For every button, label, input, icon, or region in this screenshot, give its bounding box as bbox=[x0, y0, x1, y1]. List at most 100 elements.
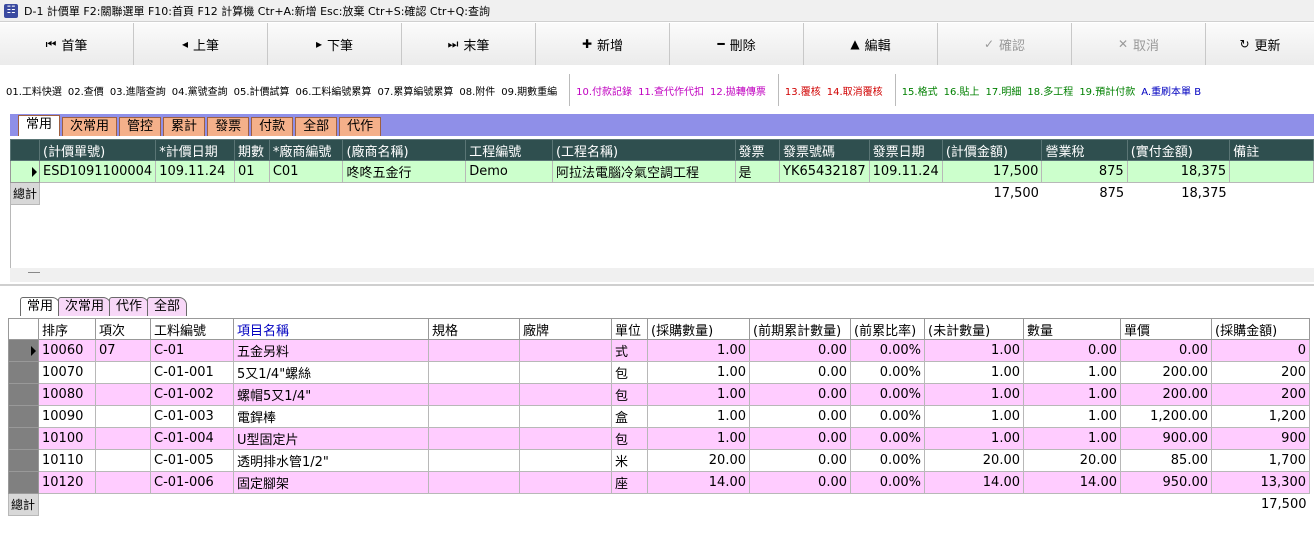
func-item[interactable]: 02.查價 bbox=[68, 83, 104, 98]
table-cell[interactable]: C01 bbox=[268, 160, 344, 183]
table-cell[interactable] bbox=[428, 405, 520, 428]
table-cell[interactable]: 1.00 bbox=[1023, 383, 1121, 406]
table-cell[interactable]: C-01-003 bbox=[150, 405, 234, 428]
table-cell[interactable] bbox=[519, 339, 612, 362]
tab-secondary-detail[interactable]: 次常用 bbox=[58, 297, 112, 316]
tab-control[interactable]: 管控 bbox=[119, 117, 162, 136]
table-cell[interactable]: 1,200.00 bbox=[1120, 405, 1212, 428]
table-cell[interactable]: 10100 bbox=[38, 427, 96, 450]
table-cell[interactable]: 電銲棒 bbox=[233, 405, 429, 428]
table-cell[interactable]: 875 bbox=[1041, 160, 1128, 183]
table-cell[interactable]: 0.00% bbox=[850, 405, 925, 428]
table-cell[interactable]: 0.00 bbox=[749, 383, 851, 406]
table-cell[interactable] bbox=[519, 471, 612, 494]
column-header[interactable]: 單位 bbox=[611, 318, 648, 340]
table-cell[interactable]: Demo bbox=[465, 160, 553, 183]
table-cell[interactable]: 1,200 bbox=[1211, 405, 1310, 428]
table-cell[interactable] bbox=[95, 383, 151, 406]
tab-common[interactable]: 常用 bbox=[18, 115, 61, 136]
table-row[interactable]: 10070 C-01-001 5又1/4"螺絲包 1.00 0.00 0.00% 1.00 1… bbox=[8, 361, 1310, 384]
table-cell[interactable]: 1.00 bbox=[1023, 405, 1121, 428]
table-cell[interactable] bbox=[428, 339, 520, 362]
table-cell[interactable]: 10110 bbox=[38, 449, 96, 472]
table-cell[interactable]: 1.00 bbox=[1023, 361, 1121, 384]
table-cell[interactable]: 1.00 bbox=[647, 361, 750, 384]
table-cell[interactable]: 200.00 bbox=[1120, 383, 1212, 406]
table-cell[interactable] bbox=[519, 405, 612, 428]
refresh-button[interactable]: ↻ 更新 bbox=[1206, 23, 1314, 65]
table-cell[interactable] bbox=[1229, 160, 1314, 183]
func-item[interactable]: 10.付款記錄 bbox=[576, 83, 632, 98]
confirm-button[interactable]: ✓ 確認 bbox=[938, 23, 1072, 65]
table-cell[interactable]: 10120 bbox=[38, 471, 96, 494]
column-header[interactable]: 項目名稱 bbox=[233, 318, 429, 340]
table-row[interactable]: 10120 C-01-006 固定腳架座 14.00 0.00 0.00% 14.00 14.… bbox=[8, 471, 1310, 494]
table-cell[interactable]: 10070 bbox=[38, 361, 96, 384]
column-header[interactable]: (廠商名稱) bbox=[342, 139, 467, 161]
table-cell[interactable]: 螺帽5又1/4" bbox=[233, 383, 429, 406]
column-header[interactable]: (計價金額) bbox=[941, 139, 1043, 161]
row-selector[interactable] bbox=[9, 160, 41, 183]
table-cell[interactable]: 0.00 bbox=[749, 339, 851, 362]
table-cell[interactable]: 0 bbox=[1211, 339, 1310, 362]
table-cell[interactable]: 01 bbox=[233, 160, 270, 183]
column-header[interactable]: 發票 bbox=[734, 139, 781, 161]
table-cell[interactable]: 1.00 bbox=[924, 427, 1024, 450]
func-item[interactable]: 14.取消覆核 bbox=[827, 83, 883, 98]
table-row[interactable]: 10110 C-01-005 透明排水管1/2" 米 20.00 0.00 0.00% 20.… bbox=[8, 449, 1310, 472]
table-cell[interactable]: C-01-005 bbox=[150, 449, 234, 472]
column-header[interactable]: (採購金額) bbox=[1211, 318, 1310, 340]
column-header[interactable]: 數量 bbox=[1023, 318, 1121, 340]
table-cell[interactable]: 950.00 bbox=[1120, 471, 1212, 494]
func-item[interactable]: 09.期數重編 bbox=[501, 83, 557, 98]
table-cell[interactable]: 1.00 bbox=[647, 405, 750, 428]
table-cell[interactable]: 包 bbox=[611, 427, 648, 450]
table-cell[interactable]: 座 bbox=[611, 471, 648, 494]
table-cell[interactable]: 109.11.24 bbox=[868, 160, 943, 183]
last-record-button[interactable]: ⏭ 末筆 bbox=[402, 23, 536, 65]
column-header[interactable]: (採購數量) bbox=[647, 318, 750, 340]
column-header[interactable]: 項次 bbox=[95, 318, 151, 340]
table-cell[interactable]: 米 bbox=[611, 449, 648, 472]
tab-common-detail[interactable]: 常用 bbox=[20, 297, 61, 316]
table-cell[interactable]: 200 bbox=[1211, 383, 1310, 406]
table-cell[interactable]: YK65432187 bbox=[779, 160, 870, 183]
table-cell[interactable]: 13,300 bbox=[1211, 471, 1310, 494]
func-item[interactable]: A.重刷本單 B bbox=[1141, 83, 1201, 98]
table-cell[interactable]: 14.00 bbox=[647, 471, 750, 494]
func-item[interactable]: 19.預計付款 bbox=[1079, 83, 1135, 98]
tab-proxy-detail[interactable]: 代作 bbox=[109, 297, 150, 316]
table-cell[interactable]: 900.00 bbox=[1120, 427, 1212, 450]
table-cell[interactable]: 0.00 bbox=[749, 471, 851, 494]
table-cell[interactable]: 1.00 bbox=[647, 383, 750, 406]
column-header[interactable]: 工料編號 bbox=[150, 318, 234, 340]
table-row[interactable]: 10080 C-01-002 螺帽5又1/4" 包 1.00 0.00 0.00% 1.00 1… bbox=[8, 383, 1310, 406]
table-cell[interactable]: C-01-004 bbox=[150, 427, 234, 450]
table-row[interactable]: 10060 07 C-01 五金另料式 1.00 0.00 0.00% 1.00 0.00 0.0… bbox=[8, 339, 1310, 362]
table-cell[interactable]: 18,375 bbox=[1126, 160, 1231, 183]
previous-record-button[interactable]: ◂ 上筆 bbox=[134, 23, 268, 65]
column-header[interactable]: (前累比率) bbox=[850, 318, 925, 340]
table-row[interactable]: ESD1091100004 109.11.24 01 C01 咚咚五金行 Dem… bbox=[9, 160, 1314, 183]
func-item[interactable]: 01.工料快選 bbox=[6, 83, 62, 98]
table-cell[interactable]: ESD1091100004 bbox=[39, 160, 157, 183]
table-cell[interactable]: 0.00% bbox=[850, 383, 925, 406]
table-cell[interactable] bbox=[95, 361, 151, 384]
table-row[interactable]: 10100 C-01-004 U型固定片包 1.00 0.00 0.00% 1.00 1.00… bbox=[8, 427, 1310, 450]
table-cell[interactable]: 1.00 bbox=[924, 405, 1024, 428]
table-row[interactable]: 10090 C-01-003 電銲棒盒 1.00 0.00 0.00% 1.00 1.00 1,… bbox=[8, 405, 1310, 428]
row-selector[interactable] bbox=[8, 339, 39, 362]
table-cell[interactable]: 200.00 bbox=[1120, 361, 1212, 384]
table-cell[interactable] bbox=[519, 449, 612, 472]
table-cell[interactable]: 0.00 bbox=[749, 361, 851, 384]
table-cell[interactable]: 17,500 bbox=[941, 160, 1043, 183]
table-cell[interactable]: 0.00% bbox=[850, 471, 925, 494]
column-header[interactable]: 備註 bbox=[1229, 139, 1314, 161]
func-item[interactable]: 18.多工程 bbox=[1027, 83, 1073, 98]
table-cell[interactable]: 200 bbox=[1211, 361, 1310, 384]
table-cell[interactable]: 盒 bbox=[611, 405, 648, 428]
column-header[interactable]: (未計數量) bbox=[924, 318, 1024, 340]
func-item[interactable]: 16.貼上 bbox=[944, 83, 980, 98]
tab-cumulative[interactable]: 累計 bbox=[163, 117, 206, 136]
table-cell[interactable]: 五金另料 bbox=[233, 339, 429, 362]
